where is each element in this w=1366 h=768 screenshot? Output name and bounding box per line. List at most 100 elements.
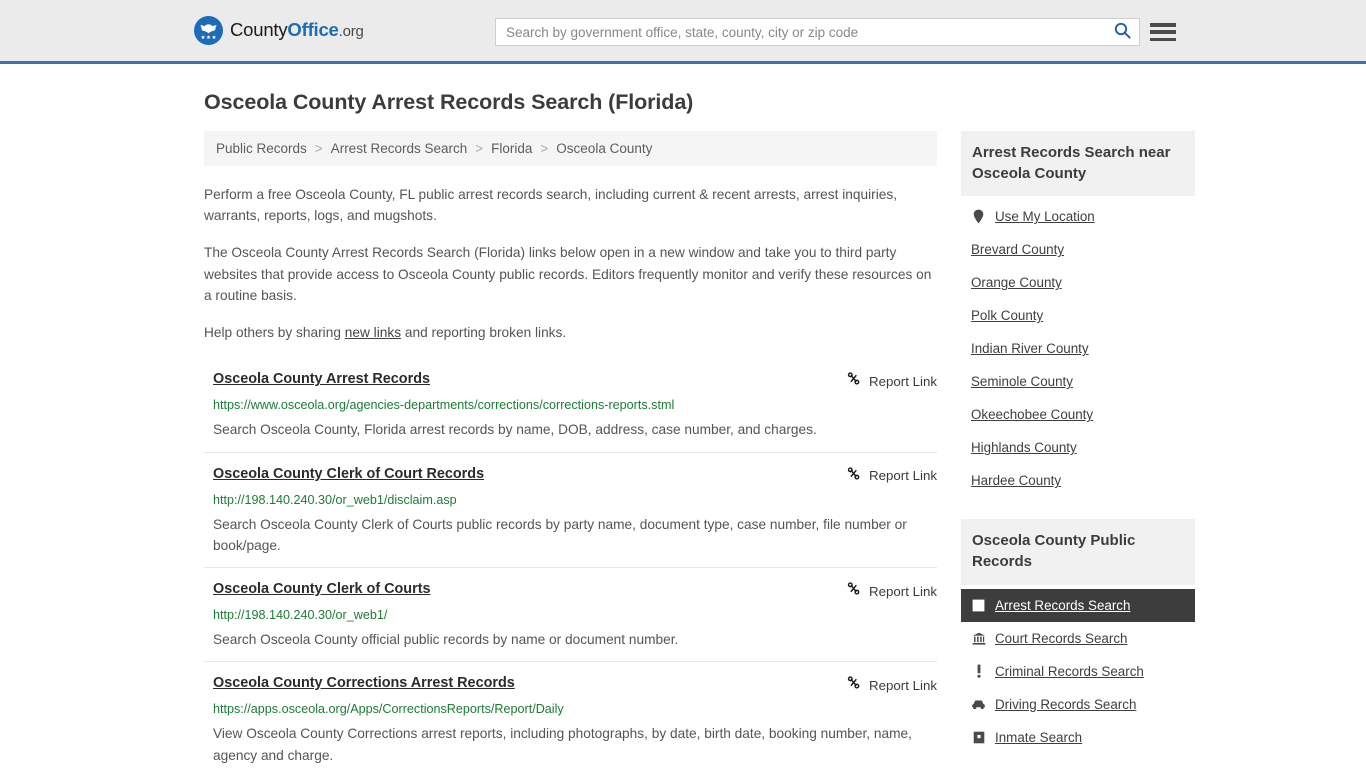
page-body: Osceola County Arrest Records Search (Fl… (0, 90, 1366, 768)
intro-p3-after: and reporting broken links. (401, 325, 567, 341)
brand-part-office: Office (287, 19, 339, 41)
results-list: Osceola County Arrest Records Report Lin… (204, 365, 937, 768)
result-header: Osceola County Arrest Records Report Lin… (213, 370, 937, 391)
intro-paragraph-2: The Osceola County Arrest Records Search… (204, 245, 932, 303)
breadcrumb-item-public-records[interactable]: Public Records (216, 141, 307, 156)
county-label: Indian River County (971, 341, 1089, 357)
sidebar-item-criminal-records-search[interactable]: Criminal Records Search (961, 655, 1195, 688)
search-button[interactable] (1105, 19, 1139, 45)
search-bar (495, 18, 1140, 46)
report-link-button[interactable]: Report Link (846, 674, 937, 695)
result-header: Osceola County Clerk of Courts Report Li… (213, 580, 937, 601)
result-item: Osceola County Arrest Records Report Lin… (204, 365, 937, 451)
sidebar-item-brevard-county[interactable]: Brevard County (961, 233, 1195, 266)
public-records-list: Arrest Records Search Court Records Sear… (961, 585, 1195, 754)
fingerprint-card-icon (971, 599, 986, 612)
sidebar-item-label: Court Records Search (995, 630, 1128, 646)
report-link-button[interactable]: Report Link (846, 370, 937, 391)
search-input[interactable] (496, 19, 1105, 45)
breadcrumb-separator: > (475, 141, 484, 156)
result-description: Search Osceola County, Florida arrest re… (213, 422, 817, 438)
menu-bar-1 (1150, 23, 1176, 27)
intro-text: Perform a free Osceola County, FL public… (204, 184, 937, 343)
courthouse-icon (971, 632, 986, 645)
hamburger-menu-icon[interactable] (1150, 19, 1176, 45)
sidebar-item-arrest-records-search[interactable]: Arrest Records Search (961, 588, 1195, 622)
report-link-label: Report Link (869, 583, 937, 599)
county-label: Brevard County (971, 242, 1065, 258)
result-url: https://apps.osceola.org/Apps/Correction… (213, 702, 564, 717)
broken-link-icon (846, 466, 861, 486)
result-title-link[interactable]: Osceola County Clerk of Court Records (213, 465, 484, 484)
sidebar-item-label: Driving Records Search (995, 696, 1137, 712)
sidebar-item-orange-county[interactable]: Orange County (961, 266, 1195, 299)
use-my-location-item[interactable]: Use My Location (961, 200, 1195, 233)
sidebar-item-indian-river-county[interactable]: Indian River County (961, 332, 1195, 365)
site-header: CountyOffice.org (0, 0, 1366, 64)
breadcrumb-item-arrest-records-search[interactable]: Arrest Records Search (331, 141, 468, 156)
eagle-seal-icon (194, 16, 223, 45)
nearby-list: Use My Location Brevard County Orange Co… (961, 196, 1195, 497)
breadcrumb-item-florida[interactable]: Florida (491, 141, 532, 156)
new-links-link[interactable]: new links (345, 325, 401, 340)
sidebar-item-polk-county[interactable]: Polk County (961, 299, 1195, 332)
result-header: Osceola County Corrections Arrest Record… (213, 674, 937, 695)
breadcrumb: Public Records > Arrest Records Search >… (204, 131, 937, 166)
result-title-link[interactable]: Osceola County Clerk of Courts (213, 580, 431, 599)
county-label: Highlands County (971, 440, 1077, 456)
county-label: Okeechobee County (971, 407, 1094, 423)
search-icon (1114, 22, 1131, 42)
report-link-button[interactable]: Report Link (846, 465, 937, 486)
sidebar-item-okeechobee-county[interactable]: Okeechobee County (961, 398, 1195, 431)
broken-link-icon (846, 581, 861, 601)
public-records-panel-title: Osceola County Public Records (961, 519, 1195, 585)
result-header: Osceola County Clerk of Court Records Re… (213, 465, 937, 486)
result-description: View Osceola County Corrections arrest r… (213, 726, 912, 763)
county-label: Polk County (971, 308, 1044, 324)
result-title-link[interactable]: Osceola County Corrections Arrest Record… (213, 674, 515, 693)
result-item: Osceola County Corrections Arrest Record… (204, 661, 937, 768)
sidebar-item-driving-records-search[interactable]: Driving Records Search (961, 688, 1195, 721)
result-description: Search Osceola County Clerk of Courts pu… (213, 516, 907, 553)
brand-part-org: .org (338, 23, 364, 41)
menu-bar-3 (1150, 37, 1176, 41)
result-item: Osceola County Clerk of Court Records Re… (204, 451, 937, 567)
brand-text: CountyOffice.org (230, 21, 364, 40)
car-icon (971, 699, 986, 710)
sidebar-item-hardee-county[interactable]: Hardee County (961, 464, 1195, 497)
result-title-link[interactable]: Osceola County Arrest Records (213, 370, 430, 389)
report-link-label: Report Link (869, 468, 937, 484)
report-link-label: Report Link (869, 373, 937, 389)
nearby-panel-title: Arrest Records Search near Osceola Count… (961, 131, 1195, 197)
intro-paragraph-3: Help others by sharing new links and rep… (204, 322, 937, 343)
map-pin-icon (971, 209, 986, 224)
site-logo[interactable]: CountyOffice.org (194, 16, 364, 45)
breadcrumb-separator: > (314, 141, 323, 156)
broken-link-icon (846, 371, 861, 391)
result-url: http://198.140.240.30/or_web1/ (213, 608, 388, 623)
main-column: Public Records > Arrest Records Search >… (204, 131, 937, 768)
use-my-location-label: Use My Location (995, 209, 1095, 225)
public-records-panel: Osceola County Public Records Arrest Rec… (961, 519, 1195, 753)
sidebar-item-inmate-search[interactable]: Inmate Search (961, 721, 1195, 754)
brand-part-county: County (230, 19, 288, 41)
nearby-panel: Arrest Records Search near Osceola Count… (961, 131, 1195, 497)
exclamation-icon (971, 664, 986, 678)
county-label: Hardee County (971, 473, 1062, 489)
sidebar-item-court-records-search[interactable]: Court Records Search (961, 622, 1195, 655)
result-item: Osceola County Clerk of Courts Report Li… (204, 567, 937, 661)
intro-paragraph-1: Perform a free Osceola County, FL public… (204, 187, 898, 224)
breadcrumb-separator: > (540, 141, 549, 156)
result-url: http://198.140.240.30/or_web1/disclaim.a… (213, 492, 457, 507)
sidebar-item-highlands-county[interactable]: Highlands County (961, 431, 1195, 464)
result-description: Search Osceola County official public re… (213, 632, 679, 648)
report-link-button[interactable]: Report Link (846, 580, 937, 601)
sidebar-item-label: Criminal Records Search (995, 663, 1144, 679)
county-label: Seminole County (971, 374, 1073, 390)
report-link-label: Report Link (869, 677, 937, 693)
breadcrumb-item-osceola-county[interactable]: Osceola County (556, 141, 652, 156)
result-url: https://www.osceola.org/agencies-departm… (213, 398, 675, 413)
sidebar: Arrest Records Search near Osceola Count… (961, 131, 1195, 768)
sidebar-item-seminole-county[interactable]: Seminole County (961, 365, 1195, 398)
intro-p3-before: Help others by sharing (204, 325, 345, 341)
